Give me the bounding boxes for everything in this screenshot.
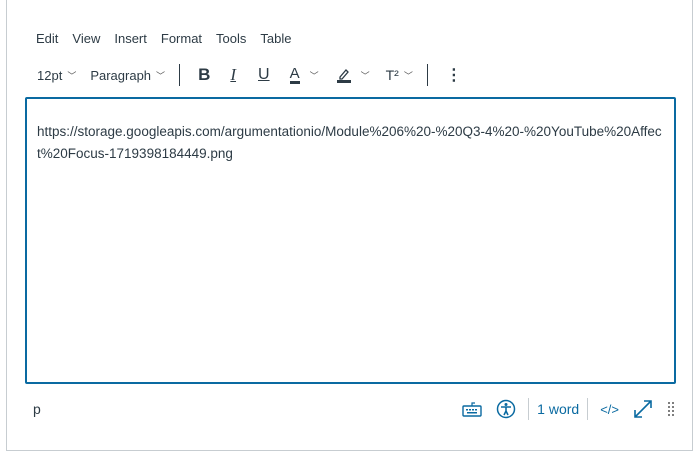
divider: [426, 64, 428, 86]
resize-handle-icon[interactable]: [667, 401, 675, 417]
bold-button[interactable]: B: [198, 65, 210, 85]
text-color-button[interactable]: A ﹀: [289, 64, 319, 84]
chevron-down-icon: ﹀: [156, 70, 166, 81]
menu-tools[interactable]: Tools: [216, 31, 246, 46]
block-format-select[interactable]: Paragraph ﹀: [90, 68, 165, 83]
chevron-down-icon: ﹀: [309, 70, 319, 81]
superscript-button[interactable]: T² ﹀: [386, 67, 413, 83]
element-path[interactable]: p: [33, 401, 41, 417]
highlighter-icon: [336, 67, 351, 83]
status-bar: p 1 word </>: [33, 398, 675, 420]
block-format-value: Paragraph: [90, 67, 152, 83]
font-size-select[interactable]: 12pt ﹀: [37, 68, 76, 83]
word-count[interactable]: 1 word: [537, 401, 579, 417]
chevron-down-icon: ﹀: [67, 70, 77, 81]
fullscreen-icon[interactable]: [633, 399, 653, 419]
menu-table[interactable]: Table: [260, 31, 291, 46]
menubar: Edit View Insert Format Tools Table: [36, 31, 291, 46]
menu-edit[interactable]: Edit: [36, 31, 58, 46]
divider: [179, 64, 181, 86]
menu-format[interactable]: Format: [161, 31, 202, 46]
highlight-color-button[interactable]: ﹀: [336, 67, 370, 83]
rich-text-area[interactable]: https://storage.googleapis.com/argumenta…: [25, 97, 676, 384]
underline-button[interactable]: U: [258, 66, 270, 84]
accessibility-checker-icon[interactable]: [496, 399, 516, 419]
divider: [528, 398, 530, 420]
html-editor-toggle[interactable]: </>: [600, 402, 619, 417]
italic-button[interactable]: I: [230, 65, 236, 85]
keyboard-shortcuts-icon[interactable]: [462, 401, 482, 417]
divider: [587, 398, 589, 420]
chevron-down-icon: ﹀: [403, 70, 413, 81]
more-options-button[interactable]: ⋮: [446, 65, 462, 85]
menu-insert[interactable]: Insert: [114, 31, 147, 46]
chevron-down-icon: ﹀: [360, 70, 370, 81]
text-color-icon: A: [289, 64, 300, 84]
menu-view[interactable]: View: [72, 31, 100, 46]
toolbar: 12pt ﹀ Paragraph ﹀ B I U A ﹀ ﹀ T² ﹀ ⋮: [37, 64, 462, 86]
superscript-icon: T²: [385, 67, 399, 83]
editor-content: https://storage.googleapis.com/argumenta…: [37, 124, 662, 161]
font-size-value: 12pt: [37, 67, 63, 83]
